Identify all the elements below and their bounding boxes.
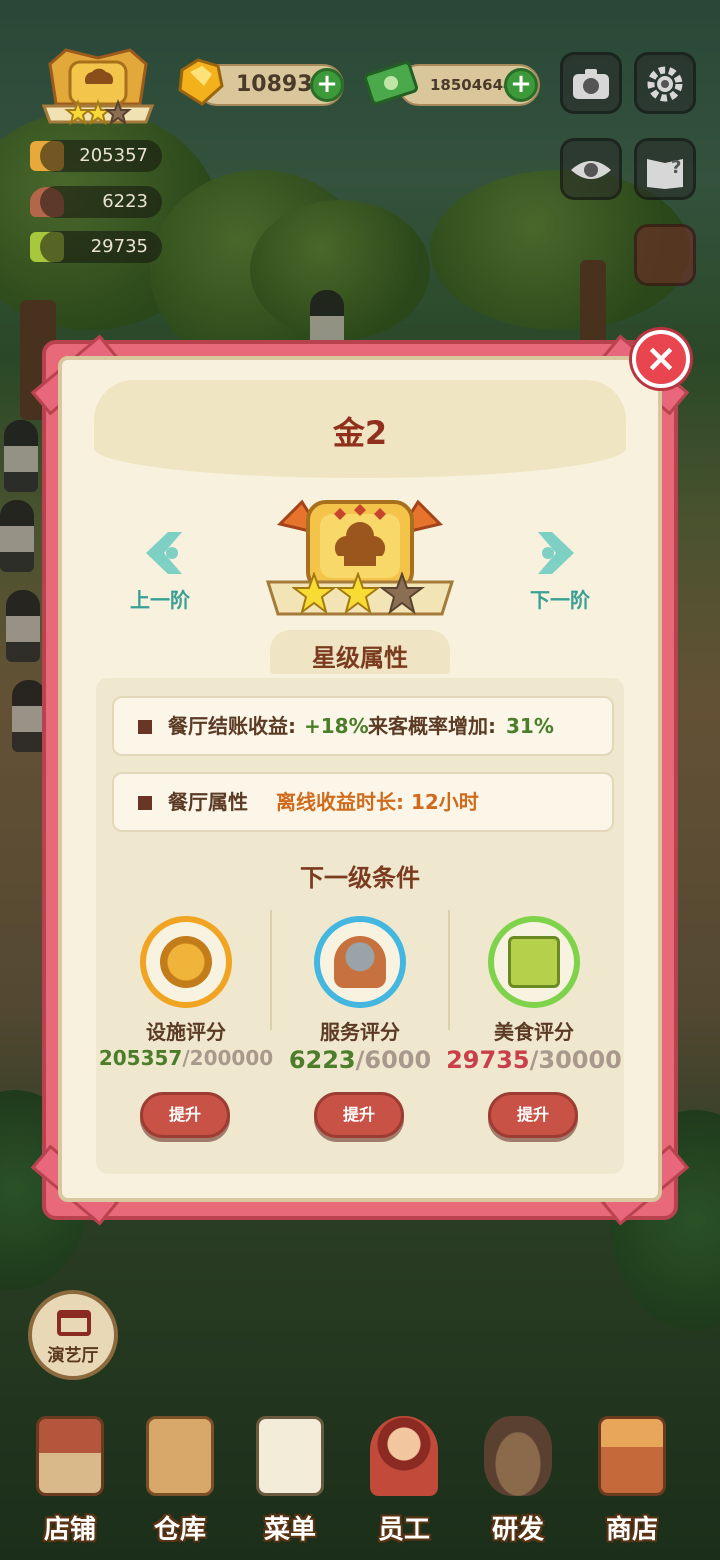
nav-label: 店铺 [43,1515,96,1545]
guide-book-button[interactable]: ? [634,138,696,200]
settings-button[interactable] [634,52,696,114]
theater-label: 演艺厅 [47,1346,99,1366]
bullet-icon [138,720,152,734]
nav-shop-front[interactable]: 店铺 [22,1416,118,1546]
nav-menu[interactable]: 菜单 [242,1416,338,1546]
store-icon [598,1416,666,1496]
theater-icon [57,1310,91,1336]
attr-label: 餐厅结账收益: [168,714,296,738]
facility-score-pill: 205357 [40,140,162,172]
bullet-icon [138,796,152,810]
gear-icon [647,66,683,102]
next-rank-button[interactable]: 下一阶 [530,584,590,613]
service-icon [334,936,386,988]
prev-rank-icon[interactable] [138,528,188,578]
service-score-pill: 6223 [40,186,162,218]
food-ring [488,916,580,1008]
attr-value-2: 31% [506,714,554,738]
eye-icon [571,161,611,179]
star-rating [292,572,425,615]
progress-current: 205357 [98,1046,183,1070]
gem-icon [178,58,224,106]
close-button[interactable]: × [632,330,690,388]
camera-button[interactable] [560,52,622,114]
recipe-book-button[interactable] [634,224,696,286]
facility-icon [160,936,212,988]
help-book-icon: ? [647,157,683,189]
menu-board-icon [256,1416,324,1496]
upgrade-food-button[interactable]: 提升 [488,1092,578,1138]
restaurant-rank-icon[interactable] [36,44,160,128]
condition-progress: 6223/6000 [270,1046,450,1074]
bottom-nav: 店铺 仓库 菜单 员工 研发 商店 [0,1410,720,1560]
progress-target: /30000 [529,1046,622,1074]
condition-name: 美食评分 [494,1020,574,1044]
next-level-title: 下一级条件 [300,864,420,892]
cooking-pot-icon [484,1416,552,1496]
visibility-button[interactable] [560,138,622,200]
progress-target: /200000 [182,1046,274,1070]
divider [270,910,272,1030]
nav-label: 菜单 [263,1515,316,1545]
attr-label: 餐厅属性 [168,790,248,814]
facility-ring [140,916,232,1008]
rank-title: 金2 [332,414,388,452]
attr-value: 离线收益时长: 12小时 [276,790,479,814]
nav-staff[interactable]: 员工 [356,1416,452,1546]
condition-progress: 205357/200000 [96,1046,276,1070]
nav-label: 研发 [491,1515,544,1545]
nav-label: 员工 [377,1515,430,1545]
nav-warehouse[interactable]: 仓库 [132,1416,228,1546]
next-rank-icon[interactable] [532,528,582,578]
cash-icon [364,61,418,105]
food-icon [508,936,560,988]
nav-label: 商店 [605,1515,658,1545]
progress-current: 29735 [446,1046,530,1074]
attr-row-income: 餐厅结账收益: +18% 来客概率增加: 31% [112,696,614,756]
staff-icon [370,1416,438,1496]
attr-value: +18% [304,714,369,738]
condition-name: 设施评分 [146,1020,226,1044]
camera-icon [573,69,609,99]
prev-rank-button[interactable]: 上一阶 [130,584,190,613]
progress-current: 6223 [288,1046,356,1074]
star-attr-title: 星级属性 [312,644,408,672]
service-ring [314,916,406,1008]
upgrade-facility-button[interactable]: 提升 [140,1092,230,1138]
nav-store[interactable]: 商店 [584,1416,680,1546]
shop-front-icon [36,1416,104,1496]
boxes-icon [146,1416,214,1496]
progress-target: /6000 [355,1046,432,1074]
attr-row-offline: 餐厅属性 离线收益时长: 12小时 [112,772,614,832]
attr-label-2: 来客概率增加: [368,714,496,738]
divider [448,910,450,1030]
food-score-pill: 29735 [40,231,162,263]
add-cash-button[interactable]: + [504,68,538,102]
nav-label: 仓库 [153,1515,206,1545]
close-icon: × [645,336,677,380]
gem-count: 10893 [236,72,313,97]
condition-name: 服务评分 [320,1020,400,1044]
add-gems-button[interactable]: + [310,68,344,102]
svg-text:?: ? [671,157,681,178]
upgrade-service-button[interactable]: 提升 [314,1092,404,1138]
nav-research[interactable]: 研发 [470,1416,566,1546]
condition-progress: 29735/30000 [444,1046,624,1074]
theater-button[interactable]: 演艺厅 [28,1290,118,1380]
